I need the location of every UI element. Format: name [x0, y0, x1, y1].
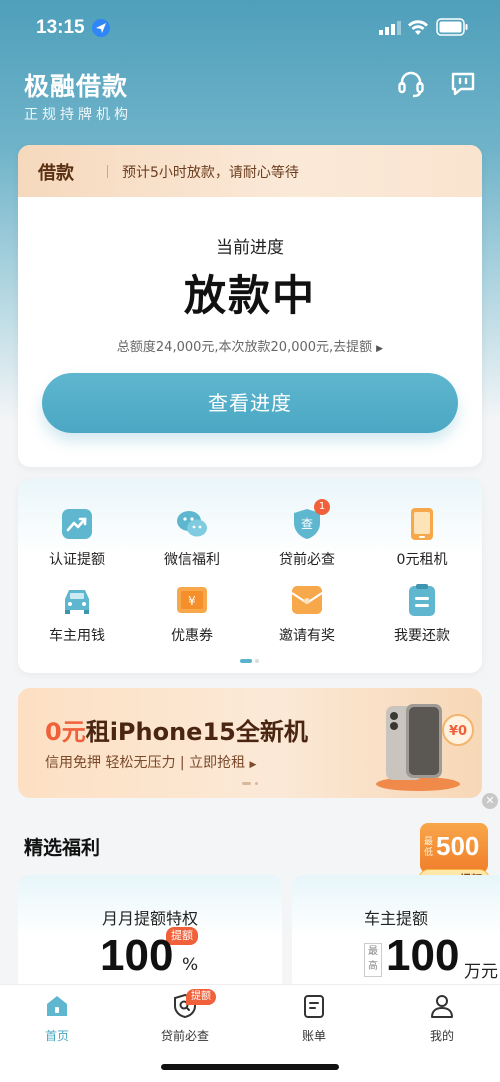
welfare-unit: 万元: [464, 962, 498, 982]
user-icon: [429, 993, 455, 1019]
tab-precheck[interactable]: 提额 贷前必查: [135, 989, 235, 1044]
wifi-icon: [408, 20, 428, 35]
promo-subtitle: 信用免押 轻松无压力 | 立即抢租 ▶: [45, 755, 257, 771]
car-icon: [60, 583, 94, 617]
service-item[interactable]: 车主用钱: [22, 583, 132, 645]
promo-banner[interactable]: 0元租iPhone15全新机 信用免押 轻松无压力 | 立即抢租 ▶ ¥0: [18, 688, 482, 798]
caret-right-icon: ▶: [376, 344, 384, 354]
service-item[interactable]: 邀请有奖: [252, 583, 362, 645]
bill-icon: [301, 993, 327, 1019]
tab-bills[interactable]: 账单: [264, 993, 364, 1044]
app-subtitle: 正规持牌机构: [24, 107, 132, 123]
envelope-icon: [290, 583, 324, 617]
loan-progress-card: 借款 预计5小时放款，请耐心等待 当前进度 放款中 总额度24,000元,本次放…: [18, 145, 482, 467]
service-item[interactable]: 0元租机: [367, 507, 477, 569]
service-label: 我要还款: [394, 628, 450, 644]
home-indicator: [161, 1064, 339, 1070]
service-item[interactable]: 微信福利: [137, 507, 247, 569]
loan-banner: 借款 预计5小时放款，请耐心等待: [18, 145, 482, 197]
customer-service-icon[interactable]: [396, 69, 426, 99]
divider: [107, 165, 108, 178]
tab-home[interactable]: 首页: [7, 993, 107, 1044]
location-icon: [92, 19, 110, 37]
tab-label: 我的: [429, 1029, 454, 1043]
promo-title-highlight: 0元: [45, 718, 86, 746]
service-label: 邀请有奖: [279, 628, 335, 644]
coupon-icon: ¥: [175, 583, 209, 617]
service-item[interactable]: 我要还款: [367, 583, 477, 645]
welfare-value: 100: [386, 931, 460, 980]
service-label: 认证提额: [49, 552, 105, 568]
loan-note: 预计5小时放款，请耐心等待: [122, 165, 299, 181]
service-item[interactable]: 查 1 贷前必查: [252, 499, 362, 569]
chart-up-icon: [60, 507, 94, 541]
status-time: 13:15: [36, 17, 85, 38]
tab-label: 账单: [301, 1029, 326, 1043]
tab-profile[interactable]: 我的: [392, 993, 492, 1044]
service-label: 0元租机: [396, 552, 448, 568]
close-icon[interactable]: ✕: [482, 793, 498, 809]
phone-icon: [405, 507, 439, 541]
service-item[interactable]: 认证提额: [22, 507, 132, 569]
iphone-image: ¥0: [376, 704, 474, 791]
service-label: 贷前必查: [279, 552, 335, 568]
page-indicator: [240, 659, 262, 663]
service-glyph: ¥: [188, 594, 196, 608]
welfare-unit: %: [182, 955, 199, 975]
service-item[interactable]: ¥ 优惠券: [137, 583, 247, 645]
badge-prefix: 最低: [424, 837, 434, 858]
tab-label: 贷前必查: [160, 1029, 209, 1043]
battery-icon: [436, 18, 468, 36]
promo-title-rest: 租iPhone15全新机: [85, 718, 308, 746]
welfare-value: 100: [100, 931, 174, 980]
loan-detail-text: 总额度24,000元,本次放款20,000元,去提额: [116, 340, 373, 355]
status-bar: 13:15: [0, 0, 500, 56]
service-label: 车主用钱: [49, 628, 105, 644]
services-grid: 认证提额 微信福利 查 1 贷前必查 0元租机 车主用钱 ¥ 优惠券 邀请有奖 …: [18, 479, 482, 673]
service-label: 优惠券: [171, 628, 213, 644]
loan-detail-link[interactable]: 总额度24,000元,本次放款20,000元,去提额 ▶: [18, 336, 482, 355]
tab-label: 首页: [44, 1029, 69, 1043]
progress-status: 放款中: [183, 271, 316, 320]
progress-label: 当前进度: [216, 238, 284, 258]
loan-tag: 借款: [38, 163, 74, 184]
welfare-card[interactable]: 月月提额特权 提额 100 %: [18, 875, 282, 995]
app-title: 极融借款: [24, 72, 129, 101]
notification-badge: 1: [314, 499, 330, 515]
welfare-card-title: 车主提额: [363, 909, 428, 928]
home-icon: [44, 993, 70, 1019]
service-glyph: 查: [301, 517, 313, 531]
promo-title: 0元租iPhone15全新机: [45, 712, 308, 747]
page-indicator: [242, 782, 262, 785]
section-title: 精选福利: [24, 837, 101, 859]
view-progress-button[interactable]: 查看进度: [42, 373, 458, 433]
repay-icon: [405, 583, 439, 617]
tab-badge: 提额: [186, 989, 216, 1005]
message-icon[interactable]: [448, 69, 478, 99]
price-tag: ¥0: [449, 724, 467, 739]
wechat-icon: [175, 507, 209, 541]
signal-icon: [379, 21, 401, 35]
welfare-max-label: 最高: [364, 943, 382, 977]
welfare-card-title: 月月提额特权: [101, 909, 198, 928]
badge-value: 500: [436, 831, 480, 861]
service-label: 微信福利: [164, 552, 220, 568]
welfare-card[interactable]: 车主提额 最高 100 万元: [292, 875, 500, 995]
shield-check-icon: 查 1: [290, 499, 330, 541]
